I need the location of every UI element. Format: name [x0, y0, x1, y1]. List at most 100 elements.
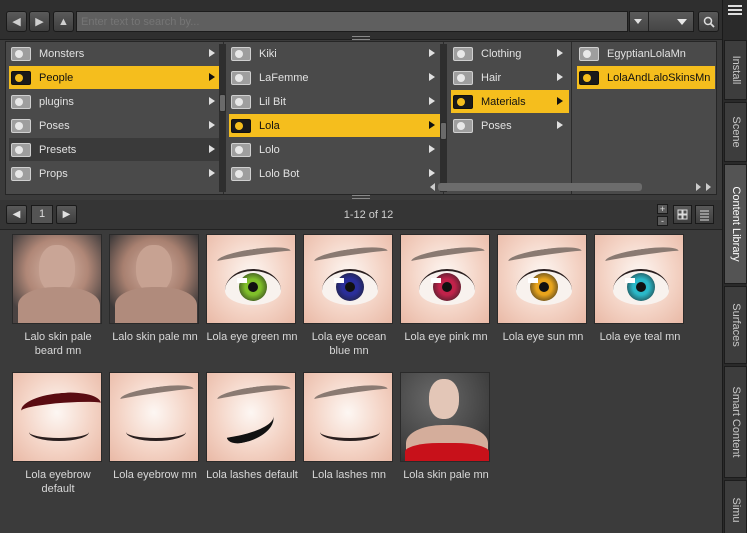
grid-view-button[interactable] — [673, 205, 692, 224]
arrow-left-icon: ◀ — [12, 16, 21, 28]
result-count: 1-12 of 12 — [343, 209, 394, 221]
folder-icon — [453, 46, 473, 61]
tree-item[interactable]: Poses — [451, 114, 569, 137]
folder-icon — [579, 70, 599, 85]
tab-surfaces[interactable]: Surfaces — [724, 286, 747, 364]
thumbnail — [12, 234, 102, 324]
scroll-left-icon[interactable] — [430, 183, 435, 191]
expand-arrow-icon — [429, 49, 435, 57]
content-item[interactable]: Lola eye green mn — [206, 234, 298, 344]
tab-content-library[interactable]: Content Library — [724, 164, 747, 284]
list-view-button[interactable] — [695, 205, 714, 224]
resize-grip[interactable] — [352, 36, 370, 40]
tree-item[interactable]: Monsters — [9, 42, 221, 65]
expand-arrow-icon — [209, 73, 215, 81]
content-item[interactable]: Lola eye ocean blue mn — [303, 234, 395, 358]
tree-item[interactable]: Materials — [451, 90, 569, 113]
scroll-end-icon[interactable] — [706, 183, 711, 191]
content-item[interactable]: Lola lashes mn — [303, 372, 395, 482]
tree-item[interactable]: People — [9, 66, 221, 89]
tree-item[interactable]: EgyptianLolaMn — [577, 42, 715, 65]
thumbnail — [400, 234, 490, 324]
tree-item[interactable]: Kiki — [229, 42, 441, 65]
tree-item[interactable]: LolaAndLaloSkinsMn — [577, 66, 715, 89]
expand-arrow-icon — [209, 121, 215, 129]
scroll-thumb[interactable] — [440, 122, 447, 140]
tree-item[interactable]: Hair — [451, 66, 569, 89]
thumbnail — [303, 372, 393, 462]
expand-arrow-icon — [557, 121, 563, 129]
list-icon — [700, 210, 709, 221]
folder-icon — [11, 46, 31, 61]
thumbnail — [400, 372, 490, 462]
expand-arrow-icon — [209, 97, 215, 105]
up-folder-button[interactable]: ▲ — [53, 11, 74, 32]
resize-grip[interactable] — [352, 195, 370, 199]
arrow-up-icon: ▲ — [58, 15, 69, 28]
expand-arrow-icon — [429, 97, 435, 105]
content-grid: Lalo skin pale beard mn Lalo skin pale m… — [0, 231, 722, 533]
search-input[interactable] — [76, 11, 628, 32]
folder-icon — [231, 142, 251, 157]
tree-item[interactable]: Lolo Bot — [229, 162, 441, 185]
tab-install[interactable]: Install — [724, 40, 747, 100]
zoom-out-button[interactable]: - — [657, 216, 668, 226]
content-item[interactable]: Lola eye sun mn — [497, 234, 589, 344]
zoom-in-button[interactable]: + — [657, 204, 668, 214]
scroll-right-icon[interactable] — [696, 183, 701, 191]
thumbnail — [12, 372, 102, 462]
tree-scrollbar[interactable] — [440, 44, 447, 192]
search-filter-dropdown[interactable] — [629, 11, 694, 32]
folder-icon — [11, 70, 31, 85]
grid-icon — [677, 209, 688, 220]
tree-item[interactable]: Lolo — [229, 138, 441, 161]
folder-icon — [579, 46, 599, 61]
folder-icon — [231, 94, 251, 109]
tree-item[interactable]: Presets — [9, 138, 221, 161]
thumbnail — [206, 234, 296, 324]
tree-item[interactable]: Lil Bit — [229, 90, 441, 113]
content-item[interactable]: Lola eye pink mn — [400, 234, 492, 344]
tree-item[interactable]: Poses — [9, 114, 221, 137]
scroll-thumb[interactable] — [219, 94, 226, 112]
folder-icon — [11, 94, 31, 109]
expand-arrow-icon — [429, 121, 435, 129]
thumbnail — [594, 234, 684, 324]
side-tab-bar: Install Scene Content Library Surfaces S… — [722, 0, 747, 533]
tab-scene[interactable]: Scene — [724, 102, 747, 162]
content-item[interactable]: Lola eye teal mn — [594, 234, 686, 344]
content-item[interactable]: Lola eyebrow mn — [109, 372, 201, 482]
tree-column-3: Clothing Hair Materials Poses — [448, 42, 572, 194]
folder-icon — [453, 70, 473, 85]
tree-item[interactable]: Props — [9, 162, 221, 185]
expand-arrow-icon — [557, 73, 563, 81]
tree-item[interactable]: Clothing — [451, 42, 569, 65]
expand-arrow-icon — [209, 145, 215, 153]
folder-icon — [11, 118, 31, 133]
forward-button[interactable]: ▶ — [29, 11, 50, 32]
tab-smart-content[interactable]: Smart Content — [724, 366, 747, 478]
tree-column-2: Kiki LaFemme Lil Bit Lola Lolo Lolo Bot — [226, 42, 444, 194]
tree-horizontal-scrollbar[interactable] — [438, 183, 642, 191]
tree-scrollbar[interactable] — [219, 44, 226, 192]
tab-simulation[interactable]: Simu — [724, 480, 747, 533]
content-item[interactable]: Lalo skin pale mn — [109, 234, 201, 344]
tree-item[interactable]: Lola — [229, 114, 441, 137]
back-button[interactable]: ◀ — [6, 11, 27, 32]
content-item[interactable]: Lola skin pale mn — [400, 372, 492, 482]
search-icon — [703, 16, 715, 28]
expand-arrow-icon — [557, 97, 563, 105]
tree-item[interactable]: plugins — [9, 90, 221, 113]
thumbnail — [303, 234, 393, 324]
folder-icon — [11, 142, 31, 157]
tree-column-4: EgyptianLolaMn LolaAndLaloSkinsMn — [574, 42, 716, 194]
expand-arrow-icon — [429, 169, 435, 177]
content-item[interactable]: Lola lashes default — [206, 372, 298, 482]
menu-icon[interactable] — [728, 5, 742, 15]
tree-item[interactable]: LaFemme — [229, 66, 441, 89]
folder-tree: Monsters People plugins Poses Presets Pr… — [5, 41, 717, 195]
expand-arrow-icon — [209, 49, 215, 57]
content-item[interactable]: Lalo skin pale beard mn — [12, 234, 104, 358]
search-button[interactable] — [698, 11, 719, 32]
content-item[interactable]: Lola eyebrow default — [12, 372, 104, 496]
